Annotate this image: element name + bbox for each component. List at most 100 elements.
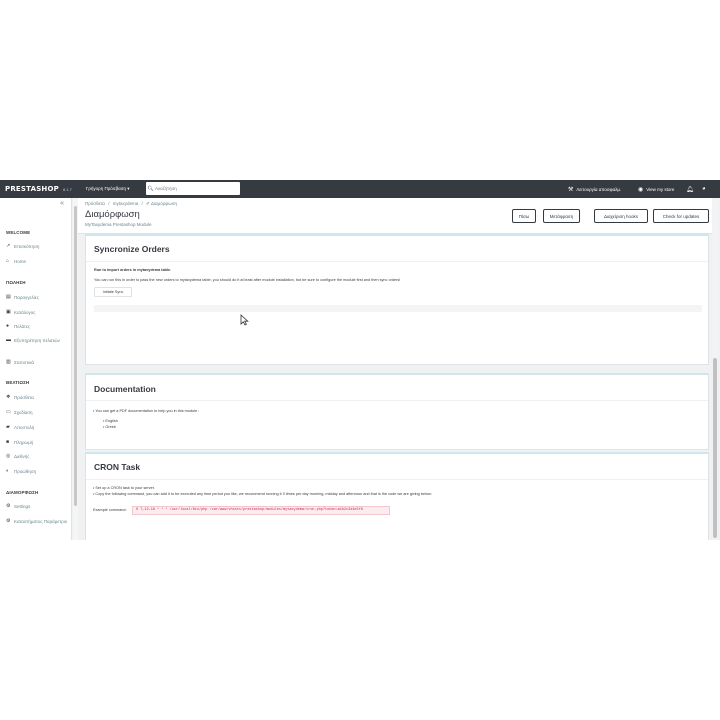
divider bbox=[86, 261, 708, 262]
promo-icon: ◐ bbox=[6, 468, 10, 474]
cron-example-label: Example command: bbox=[93, 508, 127, 512]
initiate-sync-button[interactable]: Initiate Sync bbox=[94, 287, 132, 297]
breadcrumb: Πρόσθετα / mytaxydema / ✐ Διαμόρφωση bbox=[85, 201, 179, 207]
app-window: PRESTASHOP 8.1.7 Γρήγορη Πρόσβαση ▾ 🔍︎ ⚒… bbox=[0, 180, 720, 540]
sidebar-item-label: Επισκόπηση bbox=[14, 244, 40, 249]
page-title: Διαμόρφωση bbox=[85, 209, 140, 220]
sidebar-item-international[interactable]: ◎ Διεθνής bbox=[6, 454, 68, 460]
sidebar-scrollbar[interactable] bbox=[73, 198, 78, 540]
sidebar-item-customers[interactable]: ● Πελάτες bbox=[6, 324, 68, 330]
collapse-sidebar-icon[interactable]: « bbox=[60, 200, 64, 207]
sidebar-item-design[interactable]: ▭ Σχεδίαση bbox=[6, 410, 68, 416]
sidebar-item-advanced[interactable]: ⚙ Καταστήματος Παράμετροι bbox=[6, 519, 68, 525]
sidebar-item-label: Καταστήματος Παράμετροι bbox=[14, 519, 68, 524]
view-store-link[interactable]: ◉ View my store bbox=[638, 180, 674, 198]
wrench-icon: ⚒ bbox=[568, 186, 574, 193]
cron-task-panel: CRON Task • Set up a CRON task to your s… bbox=[85, 452, 709, 540]
sidebar-item-label: Settings bbox=[14, 504, 31, 509]
sidebar-item-label: Στατιστικά bbox=[14, 360, 35, 365]
breadcrumb-current: ✐ Διαμόρφωση bbox=[146, 201, 178, 206]
sidebar-item-label: Κατάλογος bbox=[14, 310, 36, 315]
trend-icon: ↗ bbox=[6, 243, 11, 249]
bell-icon: 🔔︎ bbox=[686, 186, 694, 193]
globe-icon: ◎ bbox=[6, 453, 11, 459]
mouse-cursor-icon bbox=[240, 314, 249, 326]
sidebar-item-label: Εξυπηρέτηση πελατών bbox=[14, 338, 60, 343]
store-icon: ▣ bbox=[6, 309, 11, 315]
chat-icon: ▬ bbox=[6, 337, 11, 343]
quick-access-dropdown[interactable]: Γρήγορη Πρόσβαση ▾ bbox=[86, 186, 130, 192]
sidebar-item-label: Πληρωμή bbox=[14, 440, 34, 445]
account-button[interactable]: ◕ bbox=[702, 180, 709, 198]
sync-description: You can run this in order to pass the ne… bbox=[94, 278, 401, 282]
doc-link-greek[interactable]: • Greek bbox=[103, 425, 116, 429]
manage-hooks-button[interactable]: Διαχείριση hooks bbox=[594, 209, 648, 223]
section-configure: ΔΙΑΜΟΡΦΩΣΗ bbox=[6, 490, 39, 495]
breadcrumb-module[interactable]: mytaxydema bbox=[113, 201, 139, 206]
breadcrumb-modules[interactable]: Πρόσθετα bbox=[85, 201, 105, 206]
sidebar-item-modules[interactable]: ❖ Πρόσθετα bbox=[6, 395, 68, 401]
cart-icon: ▤ bbox=[6, 294, 11, 300]
translate-button[interactable]: Μετάφραση bbox=[543, 209, 580, 223]
section-improve: ΒΕΛΤΙΩΣΗ bbox=[6, 380, 30, 385]
section-sell: ΠΩΛΗΣΗ bbox=[6, 280, 26, 285]
sync-orders-panel: Syncronize Orders Run to import orders i… bbox=[85, 234, 709, 365]
section-welcome: WELCOME bbox=[6, 230, 31, 235]
sidebar-item-settings[interactable]: ⚙ Settings bbox=[6, 504, 68, 510]
truck-icon: ▰ bbox=[6, 424, 10, 430]
sidebar-scroll-thumb[interactable] bbox=[74, 206, 77, 506]
cron-step-2: • Copy the following command, you can ad… bbox=[93, 492, 432, 496]
main-scrollbar[interactable] bbox=[712, 198, 718, 540]
breadcrumb-separator: / bbox=[108, 201, 110, 206]
page-subtitle: MyTaxydema Prestashop Module bbox=[85, 222, 152, 227]
debug-mode-link[interactable]: ⚒ Λειτουργία αποσφαλμ. bbox=[568, 180, 621, 198]
logo[interactable]: PRESTASHOP bbox=[5, 185, 59, 193]
view-store-label: View my store bbox=[646, 186, 675, 192]
gear-icon: ⚙ bbox=[6, 503, 11, 509]
card-icon: ■ bbox=[6, 439, 10, 445]
sidebar-item-label: Παραγγελίες bbox=[14, 295, 39, 300]
divider bbox=[86, 400, 708, 401]
sidebar-item-customer-service[interactable]: ▬ Εξυπηρέτηση πελατών bbox=[6, 338, 68, 344]
sidebar-item-payment[interactable]: ■ Πληρωμή bbox=[6, 440, 68, 446]
user-icon: ● bbox=[6, 323, 10, 329]
sync-orders-title: Syncronize Orders bbox=[94, 244, 170, 254]
cron-command[interactable]: 0 7,12,18 * * * /usr/local/bin/php /var/… bbox=[132, 506, 390, 515]
search-box[interactable]: 🔍︎ bbox=[146, 182, 240, 195]
back-button[interactable]: Πίσω bbox=[512, 209, 536, 223]
notifications-button[interactable]: 🔔︎ bbox=[686, 180, 697, 198]
main-scroll-thumb[interactable] bbox=[713, 358, 717, 538]
top-bar: PRESTASHOP 8.1.7 Γρήγορη Πρόσβαση ▾ 🔍︎ ⚒… bbox=[0, 180, 720, 198]
sidebar-item-marketing[interactable]: ◐ Προώθηση bbox=[6, 469, 68, 475]
version-label: 8.1.7 bbox=[62, 186, 72, 192]
user-circle-icon: ◕ bbox=[702, 186, 706, 192]
sidebar-item-catalog[interactable]: ▣ Κατάλογος bbox=[6, 310, 68, 316]
documentation-title: Documentation bbox=[94, 384, 156, 394]
cron-title: CRON Task bbox=[94, 462, 141, 472]
gear-icon: ⚙ bbox=[6, 518, 11, 524]
desktop-icon: ▭ bbox=[6, 409, 11, 415]
doc-link-english-label: English bbox=[105, 419, 118, 423]
sidebar-item-label: Προώθηση bbox=[14, 469, 37, 474]
sidebar-item-home[interactable]: ⌂ Home bbox=[6, 259, 68, 265]
doc-link-greek-label: Greek bbox=[105, 425, 116, 429]
check-updates-button[interactable]: Check for updates bbox=[653, 209, 709, 223]
sidebar-item-label: Διεθνής bbox=[14, 454, 30, 459]
sidebar-item-orders[interactable]: ▤ Παραγγελίες bbox=[6, 295, 68, 301]
eye-icon: ◉ bbox=[638, 186, 644, 193]
sidebar-item-shipping[interactable]: ▰ Αποστολή bbox=[6, 425, 68, 431]
search-input[interactable] bbox=[155, 186, 235, 191]
sidebar-item-stats[interactable]: ▥ Στατιστικά bbox=[6, 360, 68, 366]
stats-icon: ▥ bbox=[6, 359, 11, 365]
sidebar: « WELCOME ↗ Επισκόπηση ⌂ Home ΠΩΛΗΣΗ ▤ Παρα… bbox=[0, 198, 72, 540]
sidebar-item-label: Αποστολή bbox=[14, 425, 35, 430]
documentation-panel: Documentation • You can get a PDF docume… bbox=[85, 373, 709, 450]
sidebar-item-dashboard[interactable]: ↗ Επισκόπηση bbox=[6, 244, 68, 250]
doc-link-english[interactable]: • English bbox=[103, 419, 118, 423]
home-icon: ⌂ bbox=[6, 258, 10, 264]
documentation-intro: • You can get a PDF documentation to hel… bbox=[93, 409, 200, 413]
page-header: Πρόσθετα / mytaxydema / ✐ Διαμόρφωση Δια… bbox=[78, 198, 714, 234]
sidebar-item-label: Πελάτες bbox=[14, 324, 30, 329]
cron-step-1: • Set up a CRON task to your server. bbox=[93, 486, 155, 490]
search-icon: 🔍︎ bbox=[147, 185, 154, 192]
